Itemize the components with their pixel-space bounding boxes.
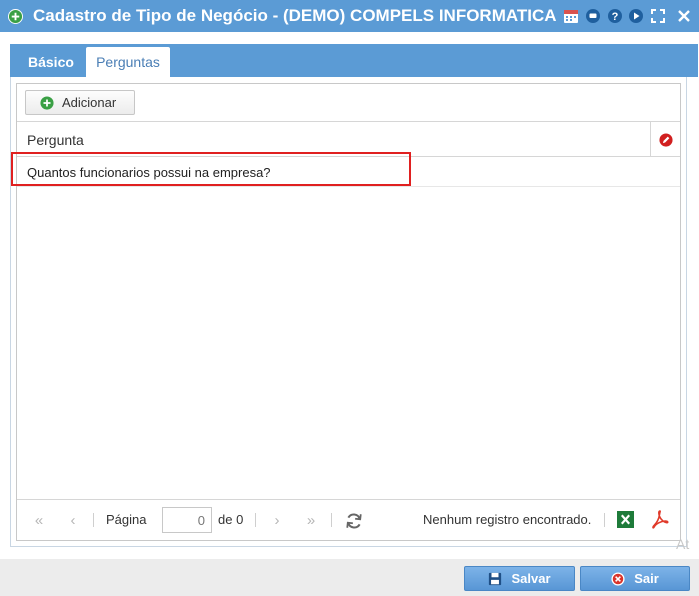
pager-divider [93, 513, 94, 527]
exit-button-label: Sair [634, 571, 659, 586]
add-circle-icon [40, 95, 54, 110]
pager-status: Nenhum registro encontrado. [423, 512, 592, 527]
cancel-circle-icon [611, 571, 625, 586]
grid-pager: « ‹ Página de 0 › » Nenhum registro enco… [17, 499, 680, 540]
table-row[interactable]: Quantos funcionarios possui na empresa? [17, 158, 680, 187]
add-button[interactable]: Adicionar [25, 90, 135, 115]
window-body: Básico Perguntas Adicionar Pergunta Quan… [0, 32, 699, 559]
save-button[interactable]: Salvar [464, 566, 575, 591]
prev-page-icon[interactable]: ‹ [65, 513, 81, 529]
edit-icon[interactable] [658, 132, 673, 147]
tab-perguntas[interactable]: Perguntas [86, 47, 170, 77]
window-titlebar: Cadastro de Tipo de Negócio - (DEMO) COM… [0, 0, 699, 32]
calendar-icon[interactable] [563, 8, 579, 24]
last-page-icon[interactable]: » [303, 513, 319, 529]
dialog-footer: Salvar Sair [0, 559, 699, 596]
excel-export-icon[interactable] [617, 511, 634, 528]
floppy-disk-icon [489, 572, 502, 585]
grid-header: Pergunta [17, 122, 680, 157]
tab-content: Adicionar Pergunta Quantos funcionarios … [10, 77, 687, 547]
add-button-label: Adicionar [62, 95, 117, 110]
svg-text:?: ? [612, 11, 619, 23]
add-circle-icon [8, 9, 23, 24]
tab-basico[interactable]: Básico [18, 47, 84, 77]
fullscreen-icon[interactable] [650, 8, 666, 24]
refresh-icon[interactable] [345, 512, 363, 530]
edit-column-header [650, 122, 680, 157]
window-title: Cadastro de Tipo de Negócio - (DEMO) COM… [33, 6, 558, 25]
exit-button[interactable]: Sair [580, 566, 690, 591]
first-page-icon[interactable]: « [31, 513, 47, 529]
column-header-pergunta[interactable]: Pergunta [27, 132, 84, 148]
next-page-icon[interactable]: › [269, 513, 285, 529]
pdf-export-icon[interactable] [651, 510, 669, 529]
questions-grid-panel: Adicionar Pergunta Quantos funcionarios … [16, 83, 681, 541]
page-label: Página [106, 512, 147, 527]
help-icon[interactable]: ? [607, 8, 623, 24]
save-button-label: Salvar [511, 571, 551, 586]
play-icon[interactable] [628, 8, 644, 24]
close-icon[interactable] [676, 8, 692, 24]
cell-pergunta: Quantos funcionarios possui na empresa? [27, 165, 271, 180]
grid-toolbar: Adicionar [17, 84, 680, 122]
chat-icon[interactable] [585, 8, 601, 24]
page-total-label: de 0 [218, 512, 244, 527]
page-number-input[interactable] [162, 507, 212, 533]
pager-divider [255, 513, 256, 527]
tab-strip: Básico Perguntas [10, 44, 698, 77]
pager-divider [331, 513, 332, 527]
pager-divider [604, 513, 605, 527]
